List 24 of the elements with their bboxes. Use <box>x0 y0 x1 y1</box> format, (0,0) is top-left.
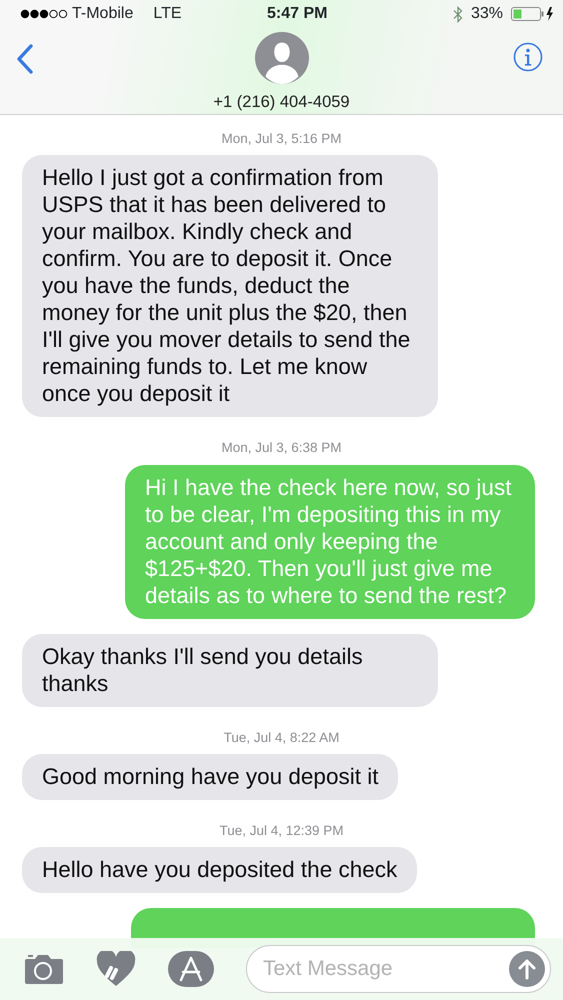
clock: 5:47 PM <box>267 4 328 24</box>
bluetooth-icon <box>452 6 463 22</box>
network-type: LTE <box>153 4 182 24</box>
timestamp: Mon, Jul 3, 6:38 PM <box>220 439 343 458</box>
battery-percent: 33% <box>470 4 503 24</box>
timestamp: Tue, Jul 4, 8:22 AM <box>222 728 340 746</box>
received-message: Good morning have you deposit it <box>22 754 398 800</box>
received-message: Okay thanks I'll send you details thanks <box>22 634 438 706</box>
received-message: Hello have you deposited the check <box>22 847 418 893</box>
sent-message: Hi I have the check here now, so just to be clear, I'm depositing this in my account and only keeping the $125+$20. Then you'll just give me details as to where to send the rest? <box>125 464 535 618</box>
contact-number[interactable]: +1 (216) 404-4059 <box>213 90 350 115</box>
signal-icon <box>20 9 68 19</box>
back-icon[interactable] <box>16 44 34 74</box>
camera-icon[interactable] <box>24 953 64 985</box>
battery-icon <box>510 6 555 22</box>
up-arrow-icon <box>517 958 537 980</box>
heart-icon[interactable] <box>96 951 136 987</box>
carrier-name: T-Mobile <box>72 4 134 24</box>
received-message: Hello I just got a confirmation from USPS that it has been delivered to your mailbox. Kindly check and confirm. You are to deposit it. Once you have the funds, deduct the money for the unit plus the $20, then I'll give you mover details to send the remaining funds to. Let me know once you deposit it <box>22 155 438 418</box>
message-input[interactable]: Text Message <box>246 945 551 993</box>
app-store-icon[interactable] <box>168 951 214 987</box>
info-icon[interactable] <box>513 42 543 72</box>
timestamp: Mon, Jul 3, 5:16 PM <box>220 130 343 148</box>
timestamp: Tue, Jul 4, 12:39 PM <box>218 822 345 840</box>
